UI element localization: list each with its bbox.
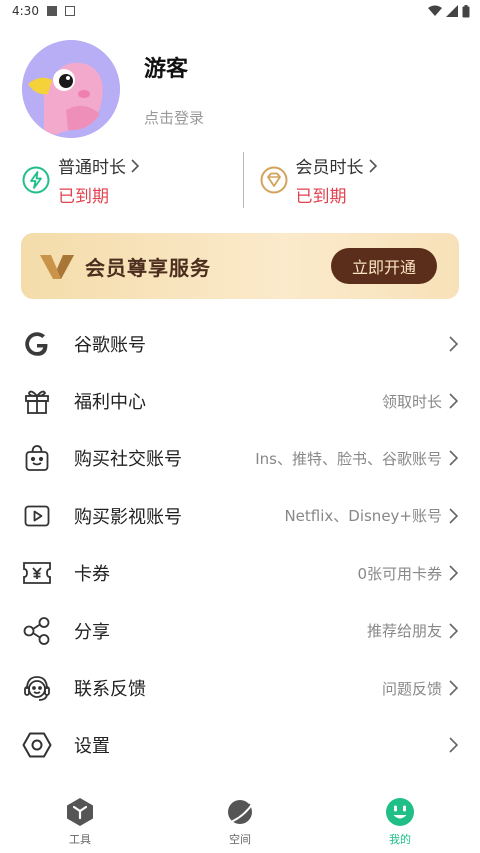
menu-item-share[interactable]: 分享 推荐给朋友 bbox=[0, 602, 480, 659]
status-time: 4:30 bbox=[12, 4, 39, 18]
chevron-right-icon bbox=[449, 565, 458, 581]
battery-icon bbox=[462, 4, 470, 17]
chevron-right-icon bbox=[449, 393, 458, 409]
chevron-right-icon bbox=[449, 680, 458, 696]
menu-value: 推荐给朋友 bbox=[366, 622, 442, 641]
bottom-tab-bar: 工具 空间 我的 bbox=[0, 790, 480, 853]
chevron-right-icon bbox=[449, 336, 458, 352]
headset-icon bbox=[24, 676, 50, 701]
coupon-icon bbox=[23, 562, 51, 585]
settings-icon bbox=[22, 732, 52, 758]
planet-icon bbox=[225, 798, 255, 824]
menu-item-settings[interactable]: 设置 bbox=[0, 717, 480, 774]
tab-label: 工具 bbox=[69, 832, 91, 846]
menu-label: 设置 bbox=[74, 736, 110, 758]
menu-label: 谷歌账号 bbox=[74, 334, 146, 356]
menu-value: 领取时长 bbox=[381, 392, 442, 411]
gift-icon bbox=[25, 390, 49, 414]
notification-icon bbox=[46, 6, 57, 16]
shopping-bag-icon bbox=[25, 445, 49, 472]
avatar[interactable] bbox=[22, 40, 120, 138]
username: 游客 bbox=[144, 56, 189, 82]
duration-section: 普通时长 已到期 会员时长 已到期 bbox=[0, 152, 480, 208]
google-icon bbox=[25, 331, 48, 356]
status-bar: 4:30 bbox=[0, 0, 480, 22]
menu-value: 0张可用卡券 bbox=[357, 564, 442, 583]
vip-duration[interactable]: 会员时长 已到期 bbox=[242, 152, 480, 208]
menu-item-buy-video-account[interactable]: 购买影视账号 Netflix、Disney+账号 bbox=[0, 487, 480, 544]
normal-duration[interactable]: 普通时长 已到期 bbox=[0, 152, 243, 208]
tab-label: 我的 bbox=[389, 832, 411, 846]
vip-banner[interactable]: 会员尊享服务 立即开通 bbox=[21, 233, 459, 299]
menu-value: Netflix、Disney+账号 bbox=[284, 507, 442, 526]
chevron-right-icon bbox=[131, 159, 140, 173]
menu-label: 购买社交账号 bbox=[74, 449, 182, 471]
app-notification-icon bbox=[64, 6, 75, 16]
menu-label: 卡券 bbox=[74, 564, 110, 586]
profile-header[interactable]: 游客 点击登录 bbox=[22, 40, 204, 138]
login-link[interactable]: 点击登录 bbox=[144, 107, 204, 128]
normal-duration-status: 已到期 bbox=[58, 187, 109, 207]
tools-icon bbox=[67, 797, 93, 826]
tab-tools[interactable]: 工具 bbox=[0, 790, 160, 853]
menu-list: 谷歌账号 福利中心 领取时长 购买社交账号 Ins、推特、脸书、谷歌账号 购买影… bbox=[0, 315, 480, 774]
signal-icon bbox=[446, 5, 458, 17]
vip-title: 会员尊享服务 bbox=[85, 255, 211, 280]
play-icon bbox=[24, 505, 50, 527]
menu-label: 福利中心 bbox=[74, 392, 146, 414]
smiley-icon bbox=[386, 797, 414, 826]
share-icon bbox=[23, 616, 50, 645]
lightning-icon bbox=[22, 166, 50, 194]
activate-now-button[interactable]: 立即开通 bbox=[331, 248, 437, 284]
bird-avatar-icon bbox=[22, 40, 120, 138]
menu-value: 问题反馈 bbox=[381, 679, 442, 698]
menu-item-welfare-center[interactable]: 福利中心 领取时长 bbox=[0, 372, 480, 429]
menu-item-coupons[interactable]: 卡券 0张可用卡券 bbox=[0, 545, 480, 602]
menu-item-feedback[interactable]: 联系反馈 问题反馈 bbox=[0, 659, 480, 716]
menu-label: 分享 bbox=[74, 621, 110, 643]
chevron-right-icon bbox=[368, 159, 377, 173]
menu-item-buy-social-account[interactable]: 购买社交账号 Ins、推特、脸书、谷歌账号 bbox=[0, 430, 480, 487]
menu-item-google-account[interactable]: 谷歌账号 bbox=[0, 315, 480, 372]
vip-duration-title: 会员时长 bbox=[295, 158, 364, 178]
chevron-right-icon bbox=[449, 623, 458, 639]
wifi-icon bbox=[428, 5, 442, 16]
diamond-icon bbox=[260, 166, 287, 194]
menu-label: 购买影视账号 bbox=[74, 506, 182, 528]
chevron-right-icon bbox=[449, 737, 458, 753]
chevron-right-icon bbox=[449, 450, 458, 467]
vip-duration-status: 已到期 bbox=[295, 187, 347, 207]
vip-v-logo-icon bbox=[40, 255, 74, 279]
tab-space[interactable]: 空间 bbox=[160, 790, 320, 853]
tab-label: 空间 bbox=[229, 832, 251, 846]
menu-label: 联系反馈 bbox=[74, 679, 146, 701]
normal-duration-title: 普通时长 bbox=[58, 158, 126, 178]
chevron-right-icon bbox=[449, 508, 458, 524]
menu-value: Ins、推特、脸书、谷歌账号 bbox=[255, 449, 442, 468]
tab-mine[interactable]: 我的 bbox=[320, 790, 480, 853]
